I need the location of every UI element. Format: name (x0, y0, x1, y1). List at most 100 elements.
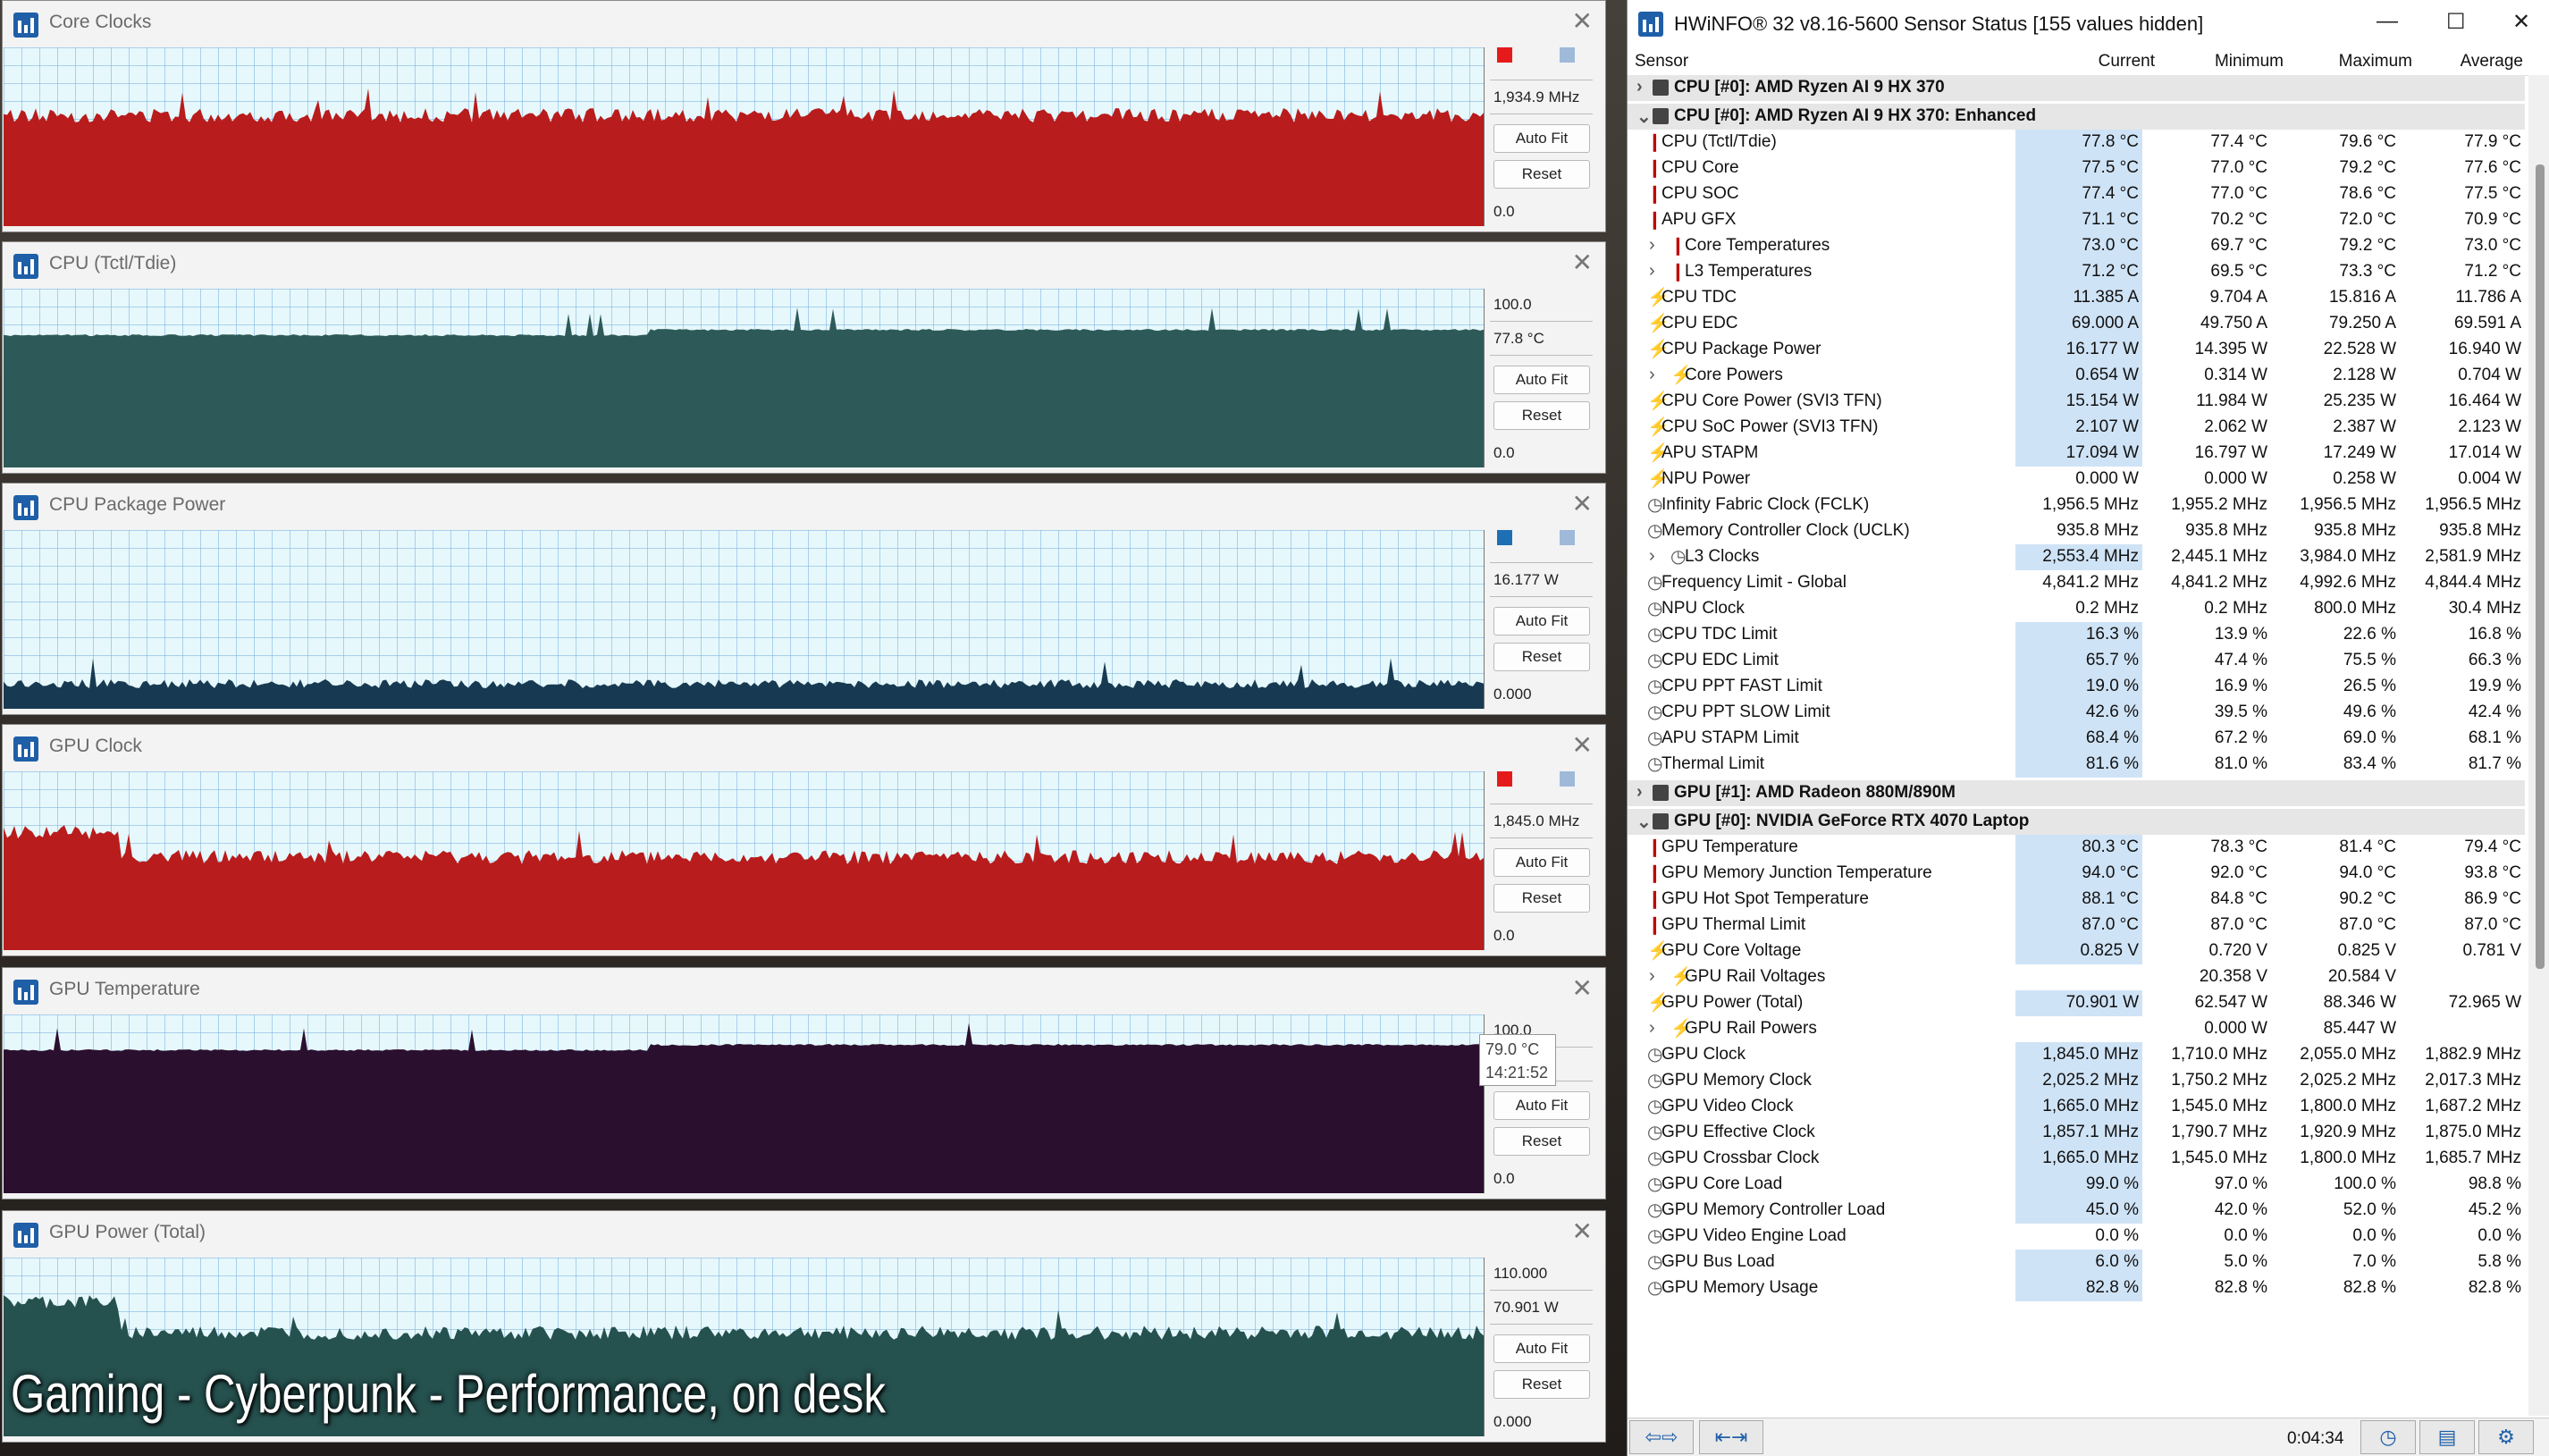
header-minimum[interactable]: Minimum (2215, 52, 2284, 72)
sensor-row[interactable]: ◷ GPU Memory Clock 2,025.2 MHz 1,750.2 M… (1628, 1068, 2525, 1094)
minimize-icon[interactable]: — (2377, 9, 2398, 34)
header-current[interactable]: Current (2099, 52, 2155, 72)
sensor-row[interactable]: ⚡ CPU SoC Power (SVI3 TFN) 2.107 W 2.062… (1628, 415, 2525, 441)
color-swatch-secondary[interactable] (1560, 530, 1575, 545)
close-icon[interactable]: ✕ (1572, 973, 1593, 1003)
autofit-button[interactable]: Auto Fit (1493, 366, 1590, 394)
sensor-row[interactable]: ◷ GPU Bus Load 6.0 % 5.0 % 7.0 % 5.8 % (1628, 1250, 2525, 1275)
sensor-row[interactable]: ◷ GPU Crossbar Clock 1,665.0 MHz 1,545.0… (1628, 1146, 2525, 1172)
sensor-row[interactable]: ◷ Memory Controller Clock (UCLK) 935.8 M… (1628, 518, 2525, 544)
sensor-row[interactable]: ◷ APU STAPM Limit 68.4 % 67.2 % 69.0 % 6… (1628, 726, 2525, 752)
chevron-right-icon[interactable]: › (1649, 546, 1655, 567)
reset-button[interactable]: Reset (1493, 160, 1590, 189)
color-swatch[interactable] (1497, 771, 1512, 787)
close-icon[interactable]: ✕ (1572, 1216, 1593, 1246)
sensor-row[interactable]: › ⚡ GPU Rail Voltages 20.358 V 20.584 V (1628, 964, 2525, 990)
reset-button[interactable]: Reset (1493, 643, 1590, 671)
reset-button[interactable]: Reset (1493, 1370, 1590, 1399)
sensor-row[interactable]: ◷ NPU Clock 0.2 MHz 0.2 MHz 800.0 MHz 30… (1628, 596, 2525, 622)
close-icon[interactable]: ✕ (1572, 248, 1593, 277)
hwinfo-title-bar[interactable]: HWiNFO® 32 v8.16-5600 Sensor Status [155… (1628, 0, 2549, 48)
chevron-right-icon[interactable]: › (1649, 1018, 1655, 1039)
sensor-row[interactable]: ◷ GPU Effective Clock 1,857.1 MHz 1,790.… (1628, 1120, 2525, 1146)
sensor-row[interactable]: ⚡ CPU Package Power 16.177 W 14.395 W 22… (1628, 337, 2525, 363)
chevron-down-icon[interactable]: ⌄ (1636, 811, 1652, 833)
sensor-row[interactable]: ❙ CPU SOC 77.4 °C 77.0 °C 78.6 °C 77.5 °… (1628, 181, 2525, 207)
color-swatch[interactable] (1497, 47, 1512, 63)
sensor-group[interactable]: › GPU [#1]: AMD Radeon 880M/890M (1628, 780, 2525, 806)
sensor-row[interactable]: ◷ GPU Memory Usage 82.8 % 82.8 % 82.8 % … (1628, 1275, 2525, 1301)
graph-window[interactable]: CPU (Tctl/Tdie) ✕ 100.0 77.8 °C Auto Fit… (2, 241, 1606, 474)
graph-title-bar[interactable]: Core Clocks ✕ (3, 1, 1605, 46)
graph-window[interactable]: GPU Temperature ✕ 100.0 Auto Fit Reset 0… (2, 967, 1606, 1199)
sensor-row[interactable]: ⚡ NPU Power 0.000 W 0.000 W 0.258 W 0.00… (1628, 467, 2525, 492)
sensor-row[interactable]: ◷ Infinity Fabric Clock (FCLK) 1,956.5 M… (1628, 492, 2525, 518)
graph-window[interactable]: CPU Package Power ✕ 16.177 W Auto Fit Re… (2, 483, 1606, 715)
sensor-row[interactable]: ◷ Frequency Limit - Global 4,841.2 MHz 4… (1628, 570, 2525, 596)
chevron-right-icon[interactable]: › (1636, 782, 1643, 803)
autofit-button[interactable]: Auto Fit (1493, 1091, 1590, 1120)
sensor-row[interactable]: › ❙ L3 Temperatures 71.2 °C 69.5 °C 73.3… (1628, 259, 2525, 285)
sensor-row[interactable]: ❙ GPU Hot Spot Temperature 88.1 °C 84.8 … (1628, 887, 2525, 913)
vertical-scrollbar[interactable] (2528, 75, 2549, 1416)
sensor-row[interactable]: ◷ GPU Video Engine Load 0.0 % 0.0 % 0.0 … (1628, 1224, 2525, 1250)
chevron-right-icon[interactable]: › (1649, 261, 1655, 282)
sensor-row[interactable]: ◷ CPU EDC Limit 65.7 % 47.4 % 75.5 % 66.… (1628, 648, 2525, 674)
sensor-row[interactable]: ❙ GPU Thermal Limit 87.0 °C 87.0 °C 87.0… (1628, 913, 2525, 938)
maximize-icon[interactable]: ☐ (2446, 9, 2466, 35)
graph-title-bar[interactable]: GPU Temperature ✕ (3, 968, 1605, 1013)
sensor-row[interactable]: ◷ GPU Video Clock 1,665.0 MHz 1,545.0 MH… (1628, 1094, 2525, 1120)
sensor-row[interactable]: ⚡ GPU Core Voltage 0.825 V 0.720 V 0.825… (1628, 938, 2525, 964)
sensor-row[interactable]: ❙ CPU (Tctl/Tdie) 77.8 °C 77.4 °C 79.6 °… (1628, 130, 2525, 156)
graph-title-bar[interactable]: GPU Power (Total) ✕ (3, 1211, 1605, 1256)
header-average[interactable]: Average (2461, 52, 2523, 72)
sensor-row[interactable]: › ❙ Core Temperatures 73.0 °C 69.7 °C 79… (1628, 233, 2525, 259)
sensor-row[interactable]: ❙ GPU Memory Junction Temperature 94.0 °… (1628, 861, 2525, 887)
sensor-row[interactable]: ❙ GPU Temperature 80.3 °C 78.3 °C 81.4 °… (1628, 835, 2525, 861)
sensor-row[interactable]: ◷ GPU Clock 1,845.0 MHz 1,710.0 MHz 2,05… (1628, 1042, 2525, 1068)
clock-icon[interactable]: ◷ (2360, 1420, 2416, 1454)
chevron-down-icon[interactable]: ⌄ (1636, 105, 1652, 128)
sensor-row[interactable]: › ◷ L3 Clocks 2,553.4 MHz 2,445.1 MHz 3,… (1628, 544, 2525, 570)
autofit-button[interactable]: Auto Fit (1493, 124, 1590, 153)
sensor-row[interactable]: ⚡ CPU EDC 69.000 A 49.750 A 79.250 A 69.… (1628, 311, 2525, 337)
scrollbar-thumb[interactable] (2536, 164, 2545, 969)
reset-button[interactable]: Reset (1493, 884, 1590, 913)
sensor-row[interactable]: ⚡ CPU TDC 11.385 A 9.704 A 15.816 A 11.7… (1628, 285, 2525, 311)
color-swatch-secondary[interactable] (1560, 771, 1575, 787)
graph-window[interactable]: GPU Clock ✕ 1,845.0 MHz Auto Fit Reset 0… (2, 724, 1606, 956)
color-swatch[interactable] (1497, 530, 1512, 545)
graph-title-bar[interactable]: CPU (Tctl/Tdie) ✕ (3, 242, 1605, 287)
nav-arrows-icon[interactable]: ⇦⇨ (1629, 1420, 1694, 1454)
graph-window[interactable]: Core Clocks ✕ 1,934.9 MHz Auto Fit Reset… (2, 0, 1606, 232)
nav-skip-icon[interactable]: ⇤⇥ (1699, 1420, 1763, 1454)
sensor-row[interactable]: ◷ CPU PPT FAST Limit 19.0 % 16.9 % 26.5 … (1628, 674, 2525, 700)
chevron-right-icon[interactable]: › (1649, 365, 1655, 385)
close-icon[interactable]: ✕ (1572, 489, 1593, 518)
sensor-row[interactable]: ⚡ GPU Power (Total) 70.901 W 62.547 W 88… (1628, 990, 2525, 1016)
autofit-button[interactable]: Auto Fit (1493, 848, 1590, 877)
sensor-group[interactable]: ⌄ GPU [#0]: NVIDIA GeForce RTX 4070 Lapt… (1628, 809, 2525, 835)
sensor-row[interactable]: › ⚡ Core Powers 0.654 W 0.314 W 2.128 W … (1628, 363, 2525, 389)
reset-button[interactable]: Reset (1493, 1127, 1590, 1156)
autofit-button[interactable]: Auto Fit (1493, 607, 1590, 635)
settings-icon[interactable]: ⚙ (2478, 1420, 2534, 1454)
sensor-row[interactable]: ❙ CPU Core 77.5 °C 77.0 °C 79.2 °C 77.6 … (1628, 156, 2525, 181)
sensor-row[interactable]: ⚡ APU STAPM 17.094 W 16.797 W 17.249 W 1… (1628, 441, 2525, 467)
autofit-button[interactable]: Auto Fit (1493, 1334, 1590, 1363)
chevron-right-icon[interactable]: › (1649, 966, 1655, 987)
graph-title-bar[interactable]: CPU Package Power ✕ (3, 484, 1605, 528)
sensor-row[interactable]: ◷ GPU Memory Controller Load 45.0 % 42.0… (1628, 1198, 2525, 1224)
graph-title-bar[interactable]: GPU Clock ✕ (3, 725, 1605, 770)
sensor-row[interactable]: ❙ APU GFX 71.1 °C 70.2 °C 72.0 °C 70.9 °… (1628, 207, 2525, 233)
close-icon[interactable]: ✕ (1572, 730, 1593, 760)
sensor-row[interactable]: ◷ CPU PPT SLOW Limit 42.6 % 39.5 % 49.6 … (1628, 700, 2525, 726)
reset-button[interactable]: Reset (1493, 401, 1590, 430)
sensor-row[interactable]: ◷ GPU Core Load 99.0 % 97.0 % 100.0 % 98… (1628, 1172, 2525, 1198)
color-swatch-secondary[interactable] (1560, 47, 1575, 63)
chevron-right-icon[interactable]: › (1636, 77, 1643, 97)
header-maximum[interactable]: Maximum (2339, 52, 2412, 72)
sensor-group[interactable]: › CPU [#0]: AMD Ryzen AI 9 HX 370 (1628, 75, 2525, 101)
sensor-row[interactable]: › ⚡ GPU Rail Powers 0.000 W 85.447 W (1628, 1016, 2525, 1042)
close-icon[interactable]: ✕ (1572, 6, 1593, 36)
